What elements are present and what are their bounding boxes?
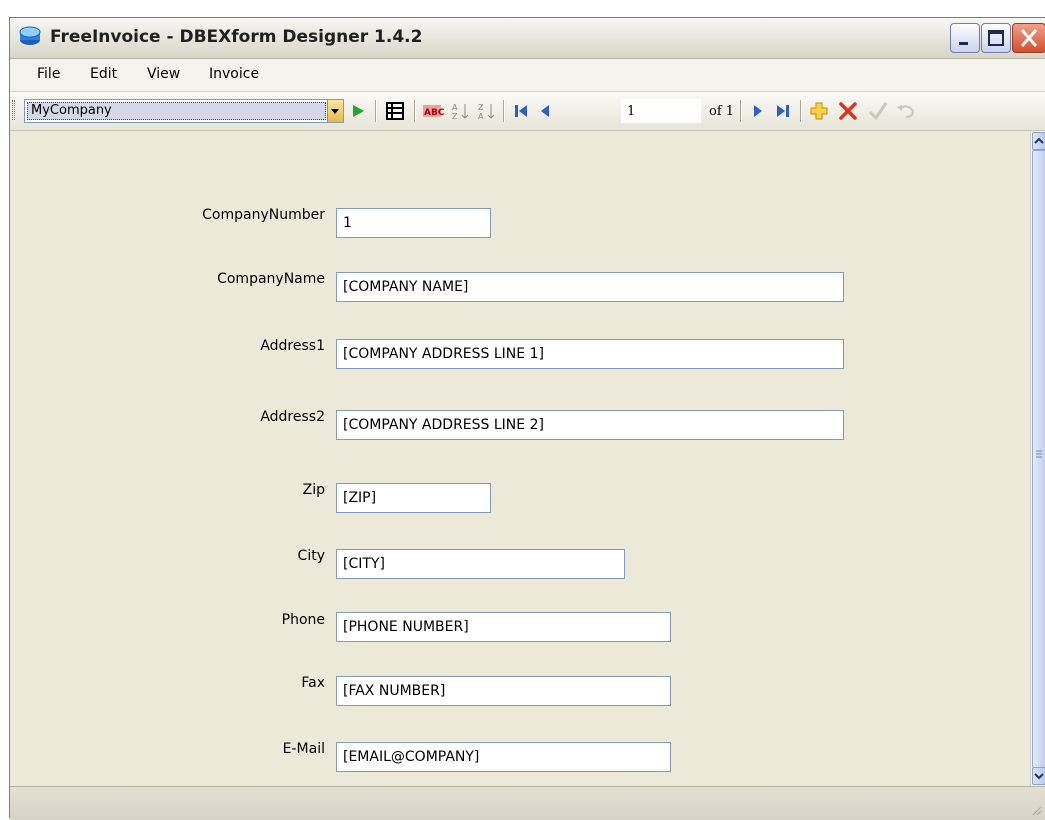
maximize-button[interactable] (981, 23, 1011, 53)
toolbar: MyCompany ABC AZ ZA of 1 (10, 92, 1045, 131)
company-number-field[interactable]: 1 (336, 208, 491, 238)
previous-record-icon[interactable] (535, 99, 555, 123)
toolbar-separator (503, 100, 505, 122)
email-field[interactable]: [EMAIL@COMPANY] (336, 742, 671, 772)
record-count: of 1 (709, 104, 735, 119)
first-record-icon[interactable] (510, 99, 532, 123)
record-form: CompanyNumber 1 CompanyName [COMPANY NAM… (10, 131, 1030, 786)
field-label: Zip (302, 482, 325, 498)
field-label: CompanyName (217, 271, 325, 287)
field-label: Address2 (260, 409, 325, 425)
add-record-icon[interactable] (807, 99, 831, 123)
menu-edit[interactable]: Edit (90, 66, 117, 82)
run-button[interactable] (348, 99, 368, 123)
field-label: CompanyNumber (202, 207, 325, 223)
table-select-value: MyCompany (27, 102, 326, 120)
grid-view-button[interactable] (383, 99, 407, 123)
app-window: FreeInvoice - DBEXform Designer 1.4.2 Fi… (9, 17, 1045, 820)
svg-text:A: A (452, 103, 458, 112)
toolbar-separator (414, 100, 416, 122)
address2-field[interactable]: [COMPANY ADDRESS LINE 2] (336, 410, 844, 440)
svg-text:Z: Z (452, 112, 458, 121)
scroll-up-icon[interactable] (1032, 132, 1045, 150)
fax-field[interactable]: [FAX NUMBER] (336, 676, 671, 706)
svg-text:A: A (478, 112, 484, 121)
field-label: Phone (281, 612, 325, 628)
close-button[interactable] (1012, 23, 1045, 53)
field-label: Address1 (260, 338, 325, 354)
spellcheck-icon[interactable]: ABC (421, 99, 447, 123)
sort-descending-icon[interactable]: ZA (476, 99, 498, 123)
toolbar-separator (740, 100, 742, 122)
next-record-icon[interactable] (748, 99, 768, 123)
menu-file[interactable]: File (37, 66, 60, 82)
last-record-icon[interactable] (772, 99, 794, 123)
toolbar-grip[interactable] (12, 100, 15, 120)
vertical-scrollbar[interactable] (1030, 131, 1045, 786)
company-name-field[interactable]: [COMPANY NAME] (336, 272, 844, 302)
title-bar[interactable]: FreeInvoice - DBEXform Designer 1.4.2 (10, 18, 1045, 59)
menu-invoice[interactable]: Invoice (209, 66, 259, 82)
toolbar-separator (375, 100, 377, 122)
zip-field[interactable]: [ZIP] (336, 483, 491, 513)
status-bar (10, 786, 1045, 820)
window-title: FreeInvoice - DBEXform Designer 1.4.2 (50, 27, 423, 47)
resize-grip-icon[interactable] (1030, 804, 1042, 816)
record-position-input[interactable] (621, 99, 701, 123)
chevron-down-icon[interactable] (327, 100, 343, 122)
menu-bar: File Edit View Invoice (10, 59, 1045, 92)
field-label: E-Mail (282, 741, 325, 757)
database-app-icon (19, 26, 41, 46)
field-label: Fax (301, 675, 325, 691)
minimize-button[interactable] (950, 23, 980, 53)
menu-view[interactable]: View (147, 66, 180, 82)
save-record-icon[interactable] (866, 99, 890, 123)
city-field[interactable]: [CITY] (336, 549, 625, 579)
field-label: City (297, 548, 325, 564)
table-select[interactable]: MyCompany (24, 99, 344, 123)
scroll-thumb[interactable] (1032, 150, 1045, 768)
toolbar-separator (800, 100, 802, 122)
svg-text:Z: Z (478, 103, 484, 112)
delete-record-icon[interactable] (836, 99, 860, 123)
sort-ascending-icon[interactable]: AZ (450, 99, 472, 123)
undo-icon[interactable] (894, 99, 918, 123)
phone-field[interactable]: [PHONE NUMBER] (336, 612, 671, 642)
svg-text:ABC: ABC (424, 108, 445, 118)
scroll-down-icon[interactable] (1032, 767, 1045, 785)
address1-field[interactable]: [COMPANY ADDRESS LINE 1] (336, 339, 844, 369)
